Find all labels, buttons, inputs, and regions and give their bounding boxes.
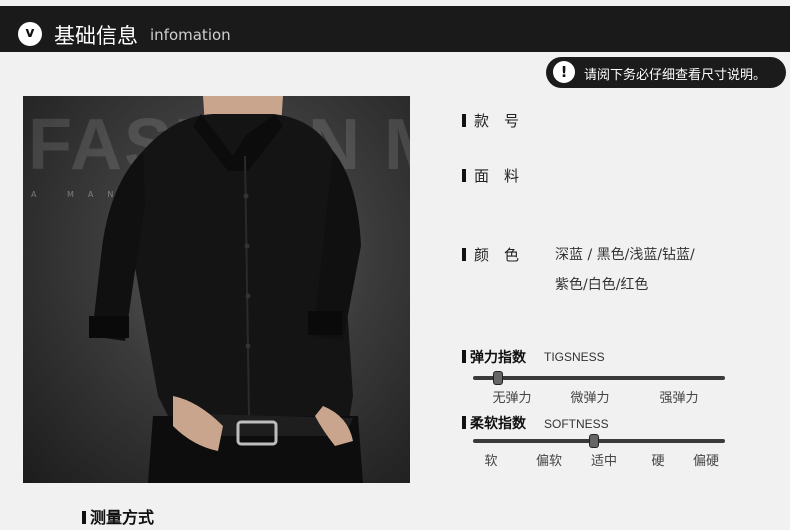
style-number-label: 款 号 bbox=[462, 110, 519, 131]
exclamation-icon: ! bbox=[553, 61, 575, 83]
softness-tick: 偏硬 bbox=[692, 454, 720, 469]
section-header: v 基础信息 infomation bbox=[0, 6, 790, 52]
bullet-bar-icon bbox=[462, 114, 466, 127]
section-subtitle: infomation bbox=[150, 26, 231, 44]
softness-tick: 适中 bbox=[590, 454, 618, 469]
softness-tick: 硬 bbox=[651, 454, 665, 469]
elasticity-subtitle: TIGSNESS bbox=[544, 350, 605, 364]
elasticity-tick: 无弹力 bbox=[492, 391, 532, 406]
bullet-bar-icon bbox=[82, 511, 86, 524]
bullet-bar-icon bbox=[462, 248, 466, 261]
softness-title: 柔软指数 bbox=[462, 413, 526, 433]
softness-subtitle: SOFTNESS bbox=[544, 417, 609, 431]
size-notice: ! 请阅下务必仔细查看尺寸说明。 bbox=[546, 57, 786, 88]
softness-indicator bbox=[588, 434, 599, 448]
color-values-line2: 紫色/白色/红色 bbox=[555, 277, 649, 293]
color-values-line1: 深蓝 / 黑色/浅蓝/钻蓝/ bbox=[555, 247, 695, 263]
elasticity-indicator bbox=[493, 371, 504, 385]
product-photo: FASHION MAN A MAN SHIRT bbox=[23, 96, 410, 483]
bullet-bar-icon bbox=[462, 169, 466, 182]
chevron-down-icon: v bbox=[18, 22, 42, 46]
bullet-bar-icon bbox=[462, 350, 466, 363]
softness-tick: 偏软 bbox=[535, 454, 563, 469]
measurement-title: 测量方式 bbox=[82, 504, 154, 528]
bullet-bar-icon bbox=[462, 416, 466, 429]
softness-tick: 软 bbox=[484, 454, 498, 469]
shirt-model-illustration bbox=[89, 96, 363, 483]
color-label: 颜 色 bbox=[462, 244, 519, 265]
elasticity-tick: 微弹力 bbox=[570, 391, 610, 406]
section-title: 基础信息 bbox=[54, 24, 138, 48]
elasticity-title: 弹力指数 bbox=[462, 347, 526, 367]
softness-scale bbox=[473, 439, 725, 443]
fabric-label: 面 料 bbox=[462, 165, 519, 186]
elasticity-scale bbox=[473, 376, 725, 380]
elasticity-tick: 强弹力 bbox=[659, 391, 699, 406]
notice-text: 请阅下务必仔细查看尺寸说明。 bbox=[584, 68, 767, 83]
